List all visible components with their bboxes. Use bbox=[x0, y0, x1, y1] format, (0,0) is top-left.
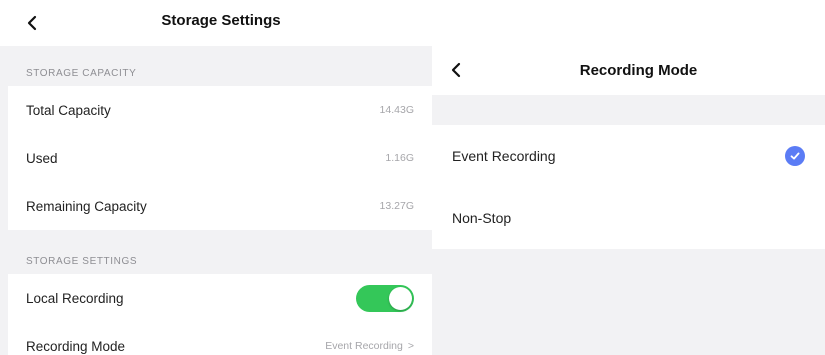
local-recording-row: Local Recording bbox=[8, 274, 432, 322]
storage-capacity-header: STORAGE CAPACITY bbox=[26, 68, 137, 79]
page-title: Storage Settings bbox=[161, 12, 281, 29]
used-row: Used 1.16G bbox=[8, 134, 432, 182]
status-area bbox=[432, 0, 825, 45]
checkmark-circle-icon bbox=[785, 146, 805, 166]
used-label: Used bbox=[26, 150, 58, 166]
option-event-recording[interactable]: Event Recording bbox=[432, 125, 825, 187]
recording-mode-value-group: Event Recording > bbox=[325, 340, 414, 352]
remaining-capacity-row: Remaining Capacity 13.27G bbox=[8, 182, 432, 230]
check-icon bbox=[790, 152, 800, 160]
total-capacity-value: 14.43G bbox=[379, 104, 414, 116]
recording-mode-navbar: Recording Mode bbox=[432, 45, 825, 95]
recording-mode-screen: Recording Mode Event Recording Non-Stop bbox=[432, 0, 825, 355]
option-non-stop[interactable]: Non-Stop bbox=[432, 187, 825, 249]
page-title: Recording Mode bbox=[579, 62, 698, 79]
recording-mode-row[interactable]: Recording Mode Event Recording > bbox=[8, 322, 432, 355]
total-capacity-label: Total Capacity bbox=[26, 102, 111, 118]
storage-settings-navbar: Storage Settings bbox=[0, 0, 432, 46]
total-capacity-row: Total Capacity 14.43G bbox=[8, 86, 432, 134]
remaining-capacity-label: Remaining Capacity bbox=[26, 198, 147, 214]
toggle-knob bbox=[389, 286, 412, 310]
option-label: Non-Stop bbox=[452, 210, 512, 226]
storage-settings-header: STORAGE SETTINGS bbox=[26, 256, 138, 267]
recording-mode-value: Event Recording bbox=[325, 340, 403, 352]
remaining-capacity-value: 13.27G bbox=[379, 200, 414, 212]
local-recording-toggle[interactable] bbox=[356, 284, 414, 312]
option-label: Event Recording bbox=[452, 148, 556, 164]
recording-mode-label: Recording Mode bbox=[26, 338, 126, 354]
storage-settings-screen: Storage Settings STORAGE CAPACITY Total … bbox=[0, 0, 432, 355]
used-value: 1.16G bbox=[385, 152, 414, 164]
local-recording-label: Local Recording bbox=[26, 290, 124, 306]
chevron-right-icon: > bbox=[407, 340, 414, 352]
